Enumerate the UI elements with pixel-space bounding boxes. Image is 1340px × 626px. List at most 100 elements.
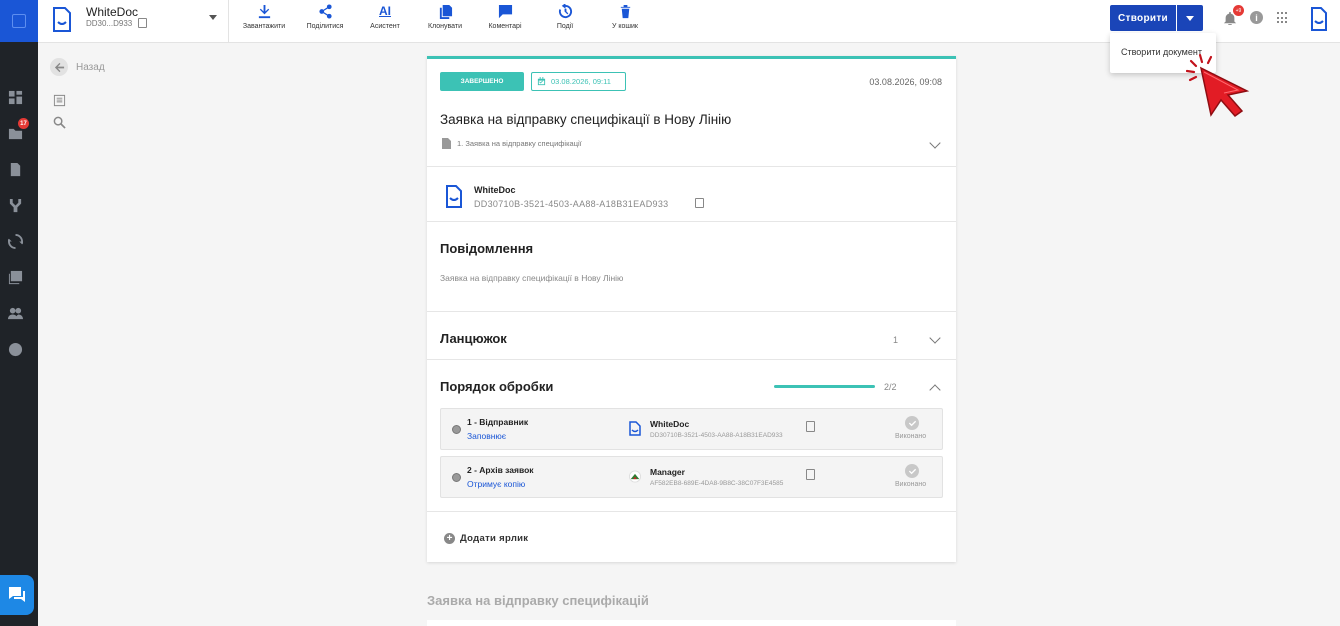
clone-icon: [439, 4, 452, 19]
order-section-title[interactable]: Порядок обробки: [440, 379, 553, 394]
participant-id: DD30710B-3521-4503-AA88-A18B31EAD933: [650, 432, 783, 439]
share-icon: [318, 4, 332, 19]
assistant-button[interactable]: AI Асистент: [355, 4, 415, 30]
divider: [427, 311, 956, 312]
step-status-dot: [452, 425, 461, 434]
create-dropdown-toggle[interactable]: [1177, 5, 1203, 31]
divider: [427, 511, 956, 512]
order-progress-count: 2/2: [884, 382, 897, 392]
notifications-badge: +9: [1233, 5, 1244, 16]
sub-document-label: 1. Заявка на відправку специфікації: [457, 139, 582, 148]
divider: [427, 166, 956, 167]
comment-icon: [498, 4, 512, 19]
order-progress-bar: [774, 385, 875, 388]
step-status: Виконано: [895, 481, 927, 488]
history-icon: [558, 4, 572, 19]
doc-switch-caret-icon[interactable]: [209, 15, 217, 20]
back-button[interactable]: Назад: [50, 58, 105, 76]
chevron-down-icon[interactable]: [929, 137, 941, 149]
chat-icon: [9, 587, 25, 602]
rail-home-button[interactable]: [0, 0, 38, 42]
add-label-text: Додати ярлик: [460, 533, 529, 544]
copy-icon[interactable]: [806, 469, 815, 480]
completion-date-chip: 03.08.2026, 09:11: [531, 72, 626, 91]
add-label-button[interactable]: + Додати ярлик: [444, 533, 528, 544]
sender-logo-icon: [446, 185, 462, 208]
status-badge: ЗАВЕРШЕНО: [440, 72, 524, 91]
document-card: ЗАВЕРШЕНО 03.08.2026, 09:11 03.08.2026, …: [427, 56, 956, 562]
list-view-icon[interactable]: [53, 94, 66, 107]
library-icon[interactable]: [7, 269, 23, 285]
next-document-card: [427, 620, 956, 626]
sender-id: DD30710B-3521-4503-AA88-A18B31EAD933: [474, 199, 669, 209]
step-status: Виконано: [895, 433, 927, 440]
app-logo-icon[interactable]: [1310, 7, 1328, 31]
next-document-title: Заявка на відправку специфікацій: [427, 593, 649, 608]
chevron-down-icon[interactable]: [929, 332, 941, 344]
sub-document-link[interactable]: 1. Заявка на відправку специфікації: [441, 138, 582, 149]
created-date: 03.08.2026, 09:08: [869, 77, 942, 87]
click-cursor-icon: [1186, 53, 1250, 118]
route-icon[interactable]: [7, 197, 23, 213]
document-title: Заявка на відправку специфікації в Нову …: [440, 112, 732, 127]
comments-button[interactable]: Коментарі: [475, 4, 535, 30]
divider: [427, 221, 956, 222]
route-row: 2 - Архів заявок Отримує копію Manager A…: [440, 456, 943, 498]
search-icon[interactable]: [53, 116, 66, 129]
back-label: Назад: [76, 61, 105, 73]
step-status-dot: [452, 473, 461, 482]
download-button[interactable]: Завантажити: [234, 4, 294, 30]
chat-button[interactable]: [0, 575, 34, 615]
dashboard-icon[interactable]: [7, 89, 23, 105]
left-rail: 17: [0, 0, 38, 626]
copy-icon[interactable]: [806, 421, 815, 432]
create-button[interactable]: Створити: [1110, 5, 1176, 31]
download-icon: [258, 4, 270, 19]
message-section-title: Повідомлення: [440, 241, 534, 256]
info-icon[interactable]: i: [1250, 11, 1263, 24]
clone-label: Клонувати: [428, 23, 462, 30]
calendar-icon: [537, 77, 546, 86]
document-icon[interactable]: [7, 161, 23, 177]
apps-grid-icon[interactable]: [1277, 12, 1289, 24]
share-label: Поділитися: [306, 23, 344, 30]
participant-id: AF582EB8-689E-4DA8-9B8C-38C07F3E4585: [650, 480, 784, 487]
whitedoc-logo-icon: [629, 421, 641, 436]
route-action: Заповнює: [467, 431, 507, 441]
trash-icon: [620, 4, 630, 19]
divider: [427, 359, 956, 360]
copy-icon[interactable]: [695, 198, 704, 208]
trash-button[interactable]: У кошик: [595, 4, 655, 30]
inbox-count-badge: 17: [18, 118, 29, 129]
chevron-down-icon: [1186, 15, 1194, 21]
chain-section-title[interactable]: Ланцюжок: [440, 331, 507, 346]
check-circle-icon: [905, 416, 919, 430]
ai-icon: AI: [379, 4, 391, 18]
plus-icon: +: [444, 533, 455, 544]
chain-count: 1: [893, 335, 899, 345]
completion-date: 03.08.2026, 09:11: [551, 77, 611, 86]
participant-name: WhiteDoc: [650, 419, 690, 429]
copy-icon[interactable]: [138, 18, 147, 28]
message-text: Заявка на відправку специфікації в Нову …: [440, 273, 624, 283]
comments-label: Коментарі: [488, 23, 522, 30]
check-circle-icon: [905, 464, 919, 478]
sync-icon[interactable]: [7, 233, 23, 249]
assistant-label: Асистент: [370, 23, 400, 30]
chevron-up-icon[interactable]: [929, 384, 941, 396]
whitedoc-logo-icon: [53, 7, 71, 32]
route-row: 1 - Відправник Заповнює WhiteDoc DD30710…: [440, 408, 943, 450]
events-button[interactable]: Події: [535, 4, 595, 30]
participant-name: Manager: [650, 467, 685, 477]
download-label: Завантажити: [242, 23, 286, 30]
share-button[interactable]: Поділитися: [295, 4, 355, 30]
route-action: Отримує копію: [467, 479, 526, 489]
sender-name: WhiteDoc: [474, 185, 516, 195]
arrow-left-icon: [50, 58, 68, 76]
verified-icon[interactable]: [7, 341, 23, 357]
users-icon[interactable]: [7, 305, 23, 321]
clone-button[interactable]: Клонувати: [415, 4, 475, 30]
document-icon: [442, 138, 451, 149]
toolbar-divider: [228, 0, 229, 42]
route-role: 1 - Відправник: [467, 417, 529, 427]
